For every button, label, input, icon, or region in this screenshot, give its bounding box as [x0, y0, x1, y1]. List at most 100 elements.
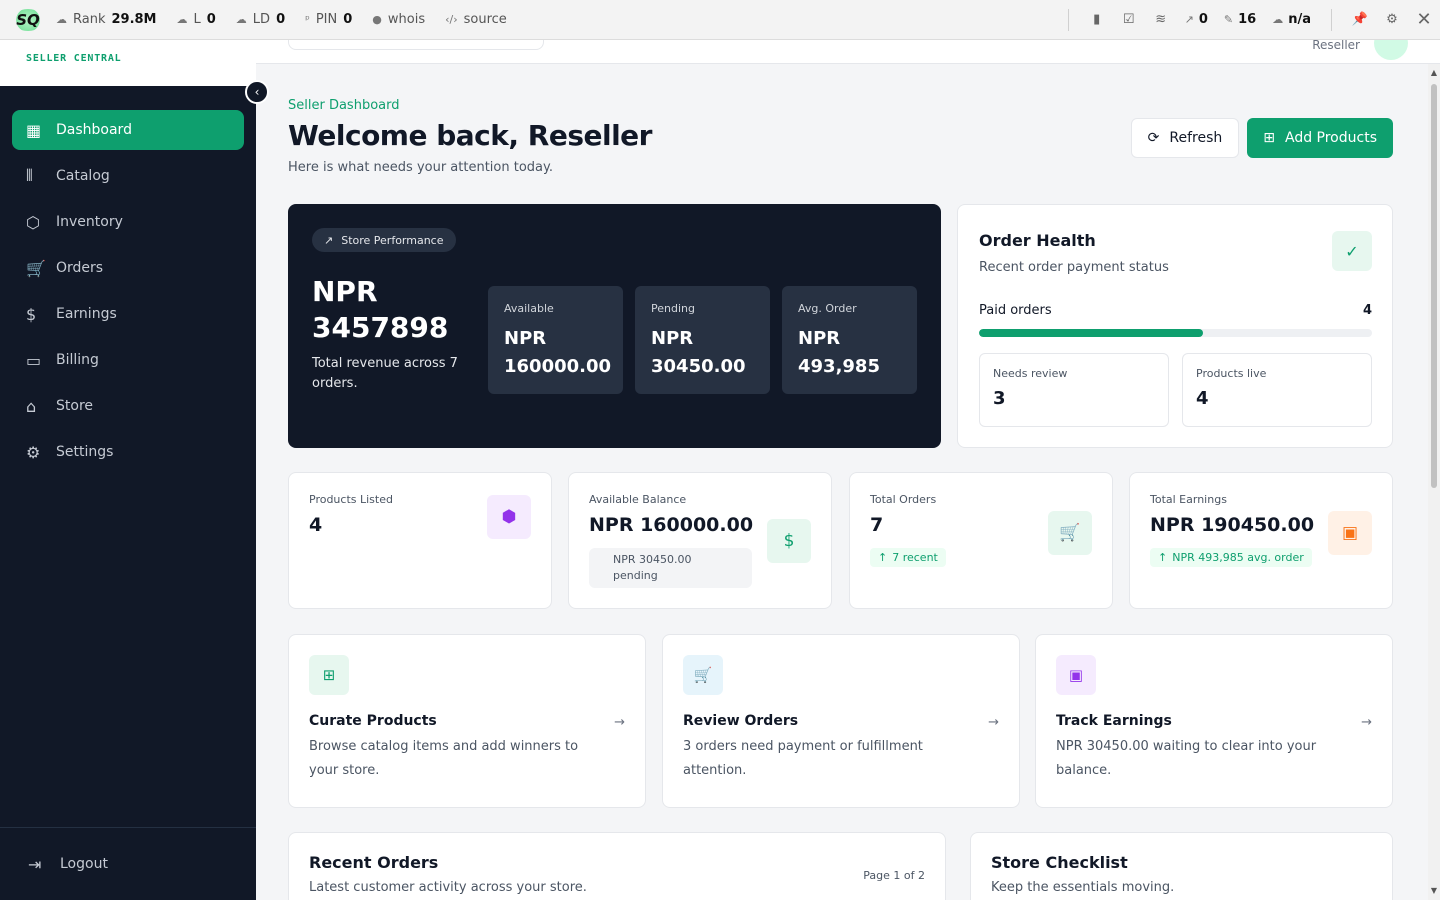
paid-orders-row: Paid orders 4	[979, 303, 1372, 318]
edit-count[interactable]: ✎ 16	[1224, 12, 1256, 27]
kpi-total-earnings: Total Earnings NPR 190450.00 ↑ NPR 493,98…	[1129, 472, 1393, 609]
pagination-label: Page 1 of 2	[863, 869, 925, 882]
stat-pending: Pending NPR 30450.00	[635, 286, 770, 394]
pin-icon: ᵖ	[305, 13, 310, 26]
metric-l[interactable]: ☁ L 0	[177, 12, 216, 27]
sidebar-item-dashboard[interactable]: ▦ Dashboard	[12, 110, 244, 150]
review-orders-card[interactable]: 🛒 Review Orders 3 orders need payment or…	[662, 634, 1020, 808]
breadcrumb[interactable]: Seller Dashboard	[288, 98, 1393, 113]
metric-rank[interactable]: ☁ Rank 29.8M	[56, 12, 157, 27]
arrow-up-icon: ↑	[1158, 551, 1168, 564]
revenue-description: Total revenue across 7 orders.	[312, 356, 458, 391]
cloud-icon: ☁	[235, 13, 247, 26]
cloud-rank[interactable]: ☁ n/a	[1272, 12, 1311, 27]
sidebar: SELLER CENTRAL ▦ Dashboard ⫴ Catalog ⬡ Inve…	[0, 40, 256, 900]
store-performance-card: ↗ Store Performance NPR 3457898 Total rev…	[288, 204, 941, 448]
bar-chart-icon[interactable]: ▮	[1081, 12, 1113, 27]
stat-available: Available NPR 160000.00	[488, 286, 623, 394]
divider	[1331, 8, 1332, 31]
recent-orders-card: Recent Orders Latest customer activity a…	[288, 832, 946, 900]
order-health-subtitle: Recent order payment status	[979, 260, 1169, 275]
kpi-total-orders: Total Orders 7 ↑ 7 recent 🛒	[849, 472, 1113, 609]
seo-toolbar: SQ ☁ Rank 29.8M ☁ L 0 ☁ LD 0 ᵖ PIN 0 ● whois ‹/› s…	[0, 0, 1440, 40]
check-circle-icon: ✓	[1332, 231, 1372, 271]
page-subtitle: Here is what needs your attention today.	[288, 160, 553, 175]
sidebar-item-orders[interactable]: 🛒 Orders	[12, 248, 244, 288]
scroll-up-arrow[interactable]: ▲	[1430, 68, 1438, 77]
stat-avg-order: Avg. Order NPR 493,985	[782, 286, 917, 394]
logout-icon: ⇥	[28, 854, 42, 874]
store-icon: ⌂	[26, 396, 37, 416]
metric-pin[interactable]: ᵖ PIN 0	[305, 12, 352, 27]
package-icon: ⬢	[487, 495, 531, 539]
main-content: Seller Dashboard Welcome back, Reseller …	[288, 64, 1393, 900]
dollar-icon: $	[767, 519, 811, 563]
layers-icon[interactable]: ≋	[1145, 12, 1177, 27]
plus-square-icon: ⊞	[309, 655, 349, 695]
sidebar-nav: ▦ Dashboard ⫴ Catalog ⬡ Inventory 🛒 Orders $…	[12, 110, 244, 478]
refresh-button[interactable]: ⟳ Refresh	[1130, 118, 1240, 158]
kpi-products-listed: Products Listed 4 ⬢	[288, 472, 552, 609]
sidebar-collapse-button[interactable]: ‹	[245, 80, 269, 104]
store-checklist-card: Store Checklist Keep the essentials movi…	[970, 832, 1393, 900]
metric-whois[interactable]: ● whois	[372, 12, 425, 27]
gear-icon[interactable]: ⚙	[1376, 12, 1408, 27]
order-health-title: Order Health	[979, 231, 1096, 250]
metric-source[interactable]: ‹/› source	[445, 12, 507, 27]
store-performance-pill: ↗ Store Performance	[312, 228, 456, 252]
card-icon: ▭	[26, 350, 42, 370]
progress-fill	[979, 329, 1203, 337]
pin-toolbar-icon[interactable]: 📌	[1344, 12, 1376, 27]
top-header: Reseller	[256, 26, 1440, 64]
gear-icon: ⚙	[26, 442, 41, 462]
avg-order-chip: ↑ NPR 493,985 avg. order	[1150, 548, 1312, 567]
dollar-icon: $	[26, 304, 37, 324]
sidebar-item-catalog[interactable]: ⫴ Catalog	[12, 156, 244, 196]
cart-icon: 🛒	[683, 655, 723, 695]
add-products-button[interactable]: ⊞ Add Products	[1247, 118, 1393, 158]
sidebar-item-settings[interactable]: ⚙ Settings	[12, 432, 244, 472]
curate-products-card[interactable]: ⊞ Curate Products Browse catalog items a…	[288, 634, 646, 808]
arrow-up-icon: ↑	[878, 551, 888, 564]
seoquake-logo[interactable]: SQ	[0, 8, 56, 31]
brand[interactable]: SELLER CENTRAL	[0, 40, 256, 86]
dashboard-icon: ▦	[26, 120, 42, 140]
pending-chip: NPR 30450.00 pending	[589, 548, 752, 588]
needs-review-box: Needs review 3	[979, 353, 1169, 427]
arrow-right-icon: →	[1361, 715, 1372, 730]
close-icon[interactable]: ✕	[1408, 9, 1440, 30]
edit-icon: ✎	[1223, 13, 1234, 26]
checklist-icon[interactable]: ☑	[1113, 12, 1145, 27]
paid-orders-progress	[979, 329, 1372, 337]
order-health-card: Order Health Recent order payment status…	[957, 204, 1393, 448]
products-live-box: Products live 4	[1182, 353, 1372, 427]
total-revenue: NPR 3457898	[312, 275, 449, 344]
metric-ld[interactable]: ☁ LD 0	[236, 12, 285, 27]
cart-icon: 🛒	[26, 258, 46, 278]
scroll-down-arrow[interactable]: ▼	[1430, 886, 1438, 895]
recent-chip: ↑ 7 recent	[870, 548, 946, 567]
chevron-left-icon: ‹	[254, 85, 260, 99]
brand-tagline: SELLER CENTRAL	[26, 53, 122, 64]
arrow-right-icon: →	[614, 715, 625, 730]
arrow-right-icon: →	[988, 715, 999, 730]
kpi-available-balance: Available Balance NPR 160000.00 NPR 3045…	[568, 472, 832, 609]
cloud-icon: ☁	[176, 13, 188, 26]
plus-square-icon: ⊞	[1263, 130, 1275, 146]
library-icon: ⫴	[26, 166, 33, 185]
external-links-count[interactable]: ↗ 0	[1185, 12, 1208, 27]
user-role: Reseller	[1312, 38, 1360, 52]
logout-button[interactable]: ⇥ Logout	[0, 827, 256, 900]
cloud-icon: ☁	[56, 13, 67, 26]
sidebar-item-earnings[interactable]: $ Earnings	[12, 294, 244, 334]
code-icon: ‹/›	[445, 13, 458, 26]
sidebar-item-store[interactable]: ⌂ Store	[12, 386, 244, 426]
divider	[1067, 8, 1069, 31]
track-earnings-card[interactable]: ▣ Track Earnings NPR 30450.00 waiting to…	[1035, 634, 1393, 808]
trending-up-icon: ↗	[324, 233, 334, 247]
refresh-icon: ⟳	[1147, 130, 1160, 146]
scrollbar-thumb[interactable]	[1431, 84, 1437, 488]
sidebar-item-billing[interactable]: ▭ Billing	[12, 340, 244, 380]
sidebar-item-inventory[interactable]: ⬡ Inventory	[12, 202, 244, 242]
person-icon: ●	[372, 13, 382, 26]
